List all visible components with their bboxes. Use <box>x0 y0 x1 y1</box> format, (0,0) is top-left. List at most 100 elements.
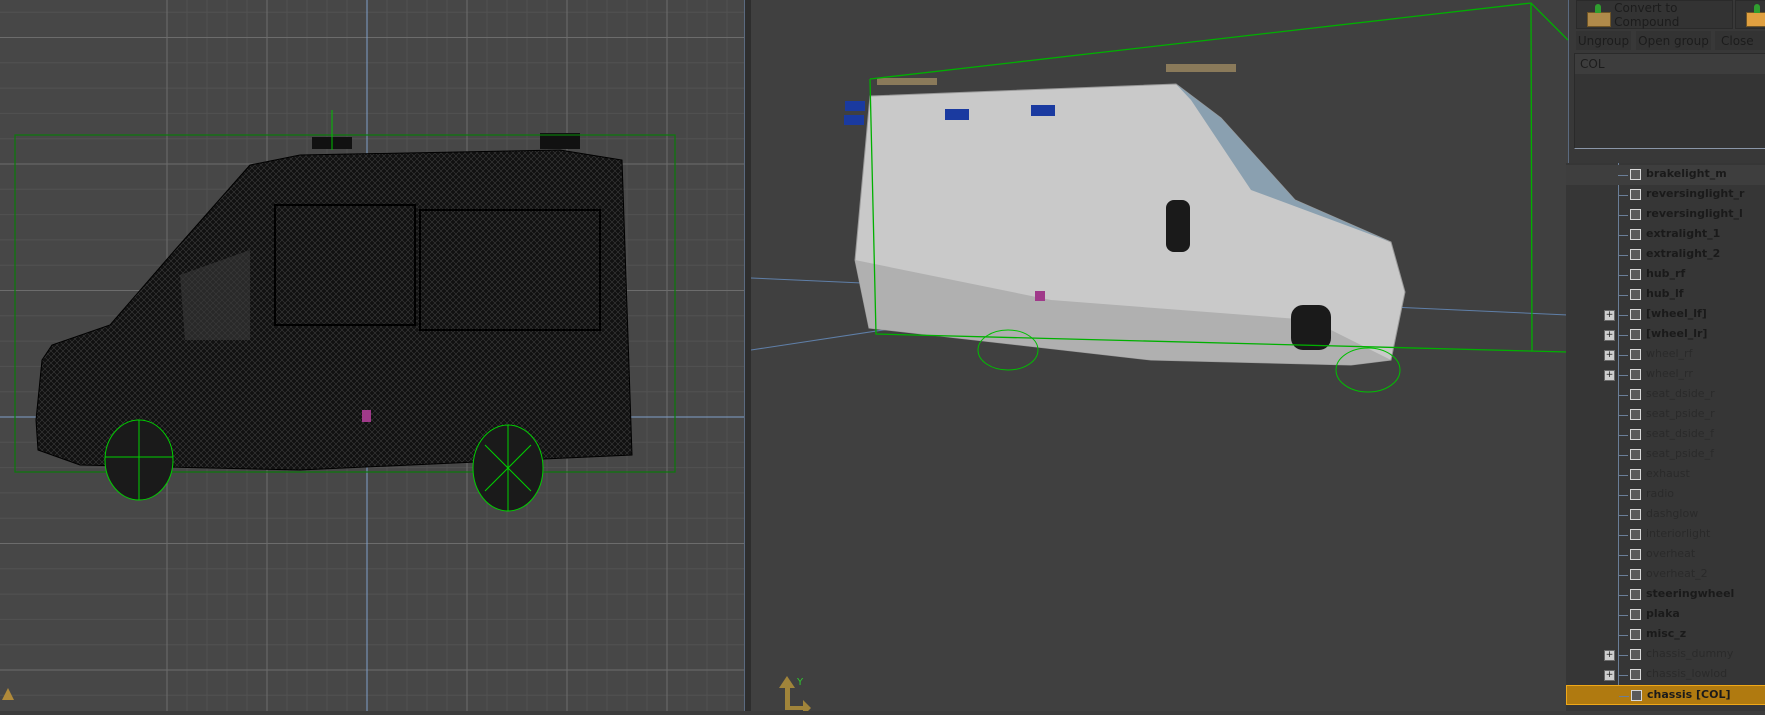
tree-item[interactable]: + chassis_lowlod <box>1566 665 1765 685</box>
visibility-checkbox[interactable] <box>1630 649 1641 660</box>
tree-item-label: misc_z <box>1646 627 1687 640</box>
expand-icon[interactable]: + <box>1604 650 1615 661</box>
tree-item[interactable]: hub_rf <box>1566 265 1765 285</box>
expand-icon[interactable]: + <box>1604 350 1615 361</box>
visibility-checkbox[interactable] <box>1630 449 1641 460</box>
visibility-checkbox[interactable] <box>1630 409 1641 420</box>
tree-item[interactable]: seat_pside_f <box>1566 445 1765 465</box>
tree-item[interactable]: plaka <box>1566 605 1765 625</box>
tree-item[interactable]: dashglow <box>1566 505 1765 525</box>
tree-item[interactable]: brakelight_m <box>1566 165 1765 185</box>
visibility-checkbox[interactable] <box>1630 269 1641 280</box>
tree-item[interactable]: radio <box>1566 485 1765 505</box>
visibility-checkbox[interactable] <box>1630 509 1641 520</box>
side-wireframe-viewport[interactable] <box>0 0 744 711</box>
pivot-marker <box>362 410 371 422</box>
tree-item[interactable]: + wheel_rr <box>1566 365 1765 385</box>
tree-branch <box>1618 655 1628 656</box>
tree-item[interactable]: extralight_1 <box>1566 225 1765 245</box>
visibility-checkbox[interactable] <box>1630 429 1641 440</box>
visibility-checkbox[interactable] <box>1630 169 1641 180</box>
visibility-checkbox[interactable] <box>1630 669 1641 680</box>
tree-item-label: seat_pside_r <box>1646 407 1715 420</box>
tree-branch <box>1618 395 1628 396</box>
visibility-checkbox[interactable] <box>1630 389 1641 400</box>
tree-item[interactable]: seat_pside_r <box>1566 405 1765 425</box>
visibility-checkbox[interactable] <box>1630 289 1641 300</box>
tree-item-label: extralight_2 <box>1646 247 1721 260</box>
visibility-checkbox[interactable] <box>1630 369 1641 380</box>
close-group-button[interactable]: Close <box>1715 31 1765 50</box>
visibility-checkbox[interactable] <box>1630 609 1641 620</box>
convert-to-compound-button[interactable]: Convert to Compound <box>1576 0 1733 29</box>
tree-branch <box>1618 335 1628 336</box>
visibility-checkbox[interactable] <box>1630 529 1641 540</box>
tree-item-label: seat_dside_f <box>1646 427 1714 440</box>
tree-item-label: [wheel_lf] <box>1646 307 1707 320</box>
perspective-canvas[interactable]: Y <box>750 0 1569 715</box>
visibility-checkbox[interactable] <box>1630 329 1641 340</box>
tree-branch <box>1618 455 1628 456</box>
tree-item[interactable]: overheat_2 <box>1566 565 1765 585</box>
expand-icon[interactable]: + <box>1604 330 1615 341</box>
tree-item[interactable]: hub_lf <box>1566 285 1765 305</box>
tree-item-label: hub_lf <box>1646 287 1684 300</box>
visibility-checkbox[interactable] <box>1630 569 1641 580</box>
tree-item-label: exhaust <box>1646 467 1690 480</box>
visibility-checkbox[interactable] <box>1630 209 1641 220</box>
tree-item[interactable]: + [wheel_lf] <box>1566 305 1765 325</box>
secondary-compound-button[interactable] <box>1735 0 1765 29</box>
tree-item[interactable]: misc_z <box>1566 625 1765 645</box>
tree-item-label: extralight_1 <box>1646 227 1721 240</box>
tree-item[interactable]: chassis [COL] <box>1566 685 1765 705</box>
expand-icon[interactable]: + <box>1604 370 1615 381</box>
expand-icon[interactable]: + <box>1604 310 1615 321</box>
tree-item-label: chassis_lowlod <box>1646 667 1728 680</box>
tree-item[interactable]: seat_dside_r <box>1566 385 1765 405</box>
tree-item[interactable]: interiorlight <box>1566 525 1765 545</box>
tree-branch <box>1618 675 1628 676</box>
visibility-checkbox[interactable] <box>1630 489 1641 500</box>
perspective-viewport[interactable]: Y <box>750 0 1569 715</box>
tree-item[interactable]: steeringwheel <box>1566 585 1765 605</box>
axis-label-y: Y <box>796 677 804 688</box>
tree-item[interactable]: reversinglight_l <box>1566 205 1765 225</box>
tree-item[interactable]: + [wheel_lr] <box>1566 325 1765 345</box>
tree-branch <box>1618 495 1628 496</box>
visibility-checkbox[interactable] <box>1631 690 1642 701</box>
object-tree[interactable]: brakelight_m reversinglight_r reversinglig… <box>1566 163 1765 711</box>
col-list-box[interactable]: COL <box>1574 53 1765 149</box>
tree-branch <box>1618 175 1628 176</box>
tree-branch <box>1618 615 1628 616</box>
visibility-checkbox[interactable] <box>1630 349 1641 360</box>
visibility-checkbox[interactable] <box>1630 629 1641 640</box>
visibility-checkbox[interactable] <box>1630 589 1641 600</box>
tree-item-label: overheat_2 <box>1646 567 1708 580</box>
col-list-header: COL <box>1575 54 1765 74</box>
tree-item[interactable]: seat_dside_f <box>1566 425 1765 445</box>
tree-item[interactable]: extralight_2 <box>1566 245 1765 265</box>
tree-item[interactable]: exhaust <box>1566 465 1765 485</box>
ungroup-button[interactable]: Ungroup <box>1576 31 1631 50</box>
tree-item-label: interiorlight <box>1646 527 1711 540</box>
tree-branch <box>1618 195 1628 196</box>
visibility-checkbox[interactable] <box>1630 249 1641 260</box>
tree-item[interactable]: reversinglight_r <box>1566 185 1765 205</box>
tree-branch <box>1618 595 1628 596</box>
tree-item[interactable]: overheat <box>1566 545 1765 565</box>
wireframe-canvas[interactable] <box>0 0 744 711</box>
visibility-checkbox[interactable] <box>1630 309 1641 320</box>
hierarchy-panel: Convert to Compound Ungroup Open group C… <box>1566 0 1765 711</box>
visibility-checkbox[interactable] <box>1630 549 1641 560</box>
tree-item-label: [wheel_lr] <box>1646 327 1708 340</box>
tree-item-label: hub_rf <box>1646 267 1686 280</box>
visibility-checkbox[interactable] <box>1630 189 1641 200</box>
tree-item[interactable]: + wheel_rf <box>1566 345 1765 365</box>
tree-item[interactable]: + chassis_dummy <box>1566 645 1765 665</box>
expand-icon[interactable]: + <box>1604 670 1615 681</box>
tree-item-label: radio <box>1646 487 1675 500</box>
visibility-checkbox[interactable] <box>1630 229 1641 240</box>
open-group-button[interactable]: Open group <box>1636 31 1711 50</box>
visibility-checkbox[interactable] <box>1630 469 1641 480</box>
convert-label: Convert to Compound <box>1614 0 1680 29</box>
